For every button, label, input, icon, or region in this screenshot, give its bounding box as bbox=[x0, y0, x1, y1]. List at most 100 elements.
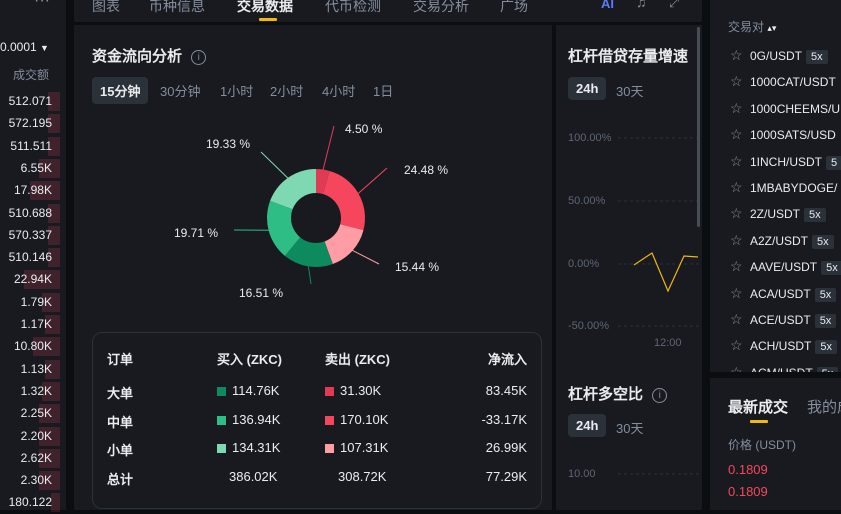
orderbook-row[interactable]: 2.25K bbox=[0, 402, 60, 425]
interval-chip[interactable]: 15分钟 bbox=[92, 77, 148, 104]
precision-select[interactable]: 0.0001 ▼ bbox=[0, 40, 49, 54]
pair-name: ACM/USDT bbox=[750, 366, 813, 372]
table-header: 买入 (ZKC) bbox=[217, 349, 282, 368]
pair-name: AAVE/USDT bbox=[750, 260, 817, 274]
top-tabbar: 图表 币种信息 交易数据 代币检测 交易分析 广场 AI ♫ ⤢ bbox=[74, 0, 702, 22]
orderbook-row[interactable]: 180.122 bbox=[0, 491, 60, 514]
leverage-badge: 5x bbox=[821, 261, 841, 275]
orderbook-row[interactable]: 22.94K bbox=[0, 268, 60, 291]
orderbook-row[interactable]: 2.30K bbox=[0, 469, 60, 492]
pair-row[interactable]: ☆1000SATS/USD bbox=[730, 126, 836, 148]
margin-scrollbar[interactable] bbox=[697, 27, 700, 227]
margin-xtick: 12:00 bbox=[654, 337, 682, 349]
orderbook-row[interactable]: 1.17K bbox=[0, 313, 60, 336]
pair-row[interactable]: ☆ AAVE/USDT 5x bbox=[730, 258, 841, 280]
orderbook-row[interactable]: 10.80K bbox=[0, 335, 60, 358]
orderbook-row[interactable]: 1.13K bbox=[0, 358, 60, 381]
orderbook-row[interactable]: 17.98K bbox=[0, 179, 60, 202]
tab-latest-trades[interactable]: 最新成交 bbox=[728, 396, 788, 417]
margin-24h-chip[interactable]: 24h bbox=[568, 77, 606, 100]
pair-row[interactable]: ☆1000CAT/USDT bbox=[730, 73, 836, 95]
orderbook-row[interactable]: 511.511 bbox=[0, 135, 60, 158]
pairs-panel: 交易对 ▴▾ ☆0G/USDT5x ☆1000CAT/USDT ☆1000CHEEM… bbox=[710, 0, 841, 372]
turnover-value: 6.55K bbox=[21, 161, 52, 175]
interval-chip[interactable]: 4小时 bbox=[314, 77, 363, 104]
orderbook-row[interactable]: 1.79K bbox=[0, 291, 60, 314]
longshort-24h-chip[interactable]: 24h bbox=[568, 414, 606, 437]
legend-swatch bbox=[217, 387, 226, 396]
pair-row[interactable]: ☆ACA/USDT5x bbox=[730, 285, 836, 307]
orderbook-row[interactable]: 570.337 bbox=[0, 224, 60, 247]
margin-ytick: 0.00% bbox=[568, 258, 599, 270]
more-icon[interactable]: ··· bbox=[34, 0, 50, 10]
info-icon[interactable]: i bbox=[191, 50, 206, 65]
interval-chip[interactable]: 2小时 bbox=[262, 77, 311, 104]
interval-chip[interactable]: 1日 bbox=[365, 77, 401, 104]
star-icon[interactable]: ☆ bbox=[730, 311, 744, 328]
tab-my-trades[interactable]: 我的成 bbox=[807, 396, 841, 417]
star-icon[interactable]: ☆ bbox=[730, 232, 744, 249]
interval-chip[interactable]: 1小时 bbox=[212, 77, 261, 104]
orderbook-row[interactable]: 2.20K bbox=[0, 425, 60, 448]
star-icon[interactable]: ☆ bbox=[730, 47, 744, 64]
turnover-value: 512.071 bbox=[9, 94, 52, 108]
orderbook-row[interactable]: 510.146 bbox=[0, 246, 60, 269]
tab-5[interactable]: 广场 bbox=[500, 0, 528, 16]
turnover-value: 572.195 bbox=[9, 116, 52, 130]
expand-icon[interactable]: ⤢ bbox=[669, 0, 679, 11]
interval-chip[interactable]: 30分钟 bbox=[152, 77, 208, 104]
buy-cell: 136.94K bbox=[217, 412, 280, 427]
pair-row[interactable]: ☆0G/USDT5x bbox=[730, 47, 828, 69]
star-icon[interactable]: ☆ bbox=[730, 337, 744, 354]
star-icon[interactable]: ☆ bbox=[730, 179, 744, 196]
donut-slice bbox=[270, 169, 316, 209]
orderbook-row[interactable]: 1.32K bbox=[0, 380, 60, 403]
sell-value: 31.30K bbox=[340, 383, 381, 398]
pair-name: A2Z/USDT bbox=[750, 234, 808, 248]
bell-icon[interactable]: ♫ bbox=[636, 0, 647, 10]
turnover-header: 成交额 bbox=[13, 66, 49, 83]
pair-row[interactable]: ☆ ACM/USDT 5x bbox=[730, 364, 838, 372]
orderbook-row[interactable]: 512.071 bbox=[0, 90, 60, 113]
tab-3[interactable]: 代币检测 bbox=[325, 0, 381, 16]
star-icon[interactable]: ☆ bbox=[730, 205, 744, 222]
pair-row[interactable]: ☆2Z/USDT5x bbox=[730, 205, 826, 227]
pairs-header[interactable]: 交易对 ▴▾ bbox=[728, 18, 776, 35]
star-icon[interactable]: ☆ bbox=[730, 73, 744, 90]
star-icon[interactable]: ☆ bbox=[730, 285, 744, 302]
margin-30d-chip[interactable]: 30天 bbox=[608, 77, 651, 104]
star-icon[interactable]: ☆ bbox=[730, 258, 744, 275]
orderbook-row[interactable]: 6.55K bbox=[0, 157, 60, 180]
star-icon[interactable]: ☆ bbox=[730, 153, 744, 170]
legend-swatch bbox=[325, 444, 334, 453]
longshort-30d-chip[interactable]: 30天 bbox=[608, 414, 651, 441]
pair-name: 1MBABYDOGE/ bbox=[750, 181, 837, 195]
buy-cell: 134.31K bbox=[217, 440, 280, 455]
tab-1[interactable]: 币种信息 bbox=[149, 0, 205, 16]
tab-4[interactable]: 交易分析 bbox=[413, 0, 469, 16]
orderbook-row[interactable]: 2.62K bbox=[0, 447, 60, 470]
pair-row[interactable]: ☆ACH/USDT5x bbox=[730, 337, 837, 359]
pair-name: 2Z/USDT bbox=[750, 207, 800, 221]
pair-row[interactable]: ☆ 1MBABYDOGE/ bbox=[730, 179, 837, 201]
margin-series-line bbox=[634, 253, 698, 291]
star-icon[interactable]: ☆ bbox=[730, 100, 744, 117]
pair-row[interactable]: ☆1000CHEEMS/U bbox=[730, 100, 840, 122]
star-icon[interactable]: ☆ bbox=[730, 126, 744, 143]
ai-icon[interactable]: AI bbox=[601, 0, 614, 11]
margin-title: 杠杆借贷存量增速 bbox=[568, 45, 688, 66]
donut-leader-line bbox=[351, 250, 379, 264]
leverage-badge: 5x bbox=[817, 367, 839, 372]
tab-2[interactable]: 交易数据 bbox=[237, 0, 293, 16]
pair-row[interactable]: ☆A2Z/USDT5x bbox=[730, 232, 834, 254]
info-icon[interactable]: i bbox=[652, 388, 667, 403]
orderbook-row[interactable]: 510.688 bbox=[0, 202, 60, 225]
tab-0[interactable]: 图表 bbox=[92, 0, 120, 16]
net-value: -33.17K bbox=[481, 412, 527, 427]
star-icon[interactable]: ☆ bbox=[730, 364, 744, 372]
turnover-value: 17.98K bbox=[14, 183, 52, 197]
pair-row[interactable]: ☆1INCH/USDT5 bbox=[730, 153, 841, 175]
pair-row[interactable]: ☆ACE/USDT5x bbox=[730, 311, 836, 333]
orderbook-row[interactable]: 572.195 bbox=[0, 112, 60, 135]
longshort-grid bbox=[556, 465, 702, 485]
